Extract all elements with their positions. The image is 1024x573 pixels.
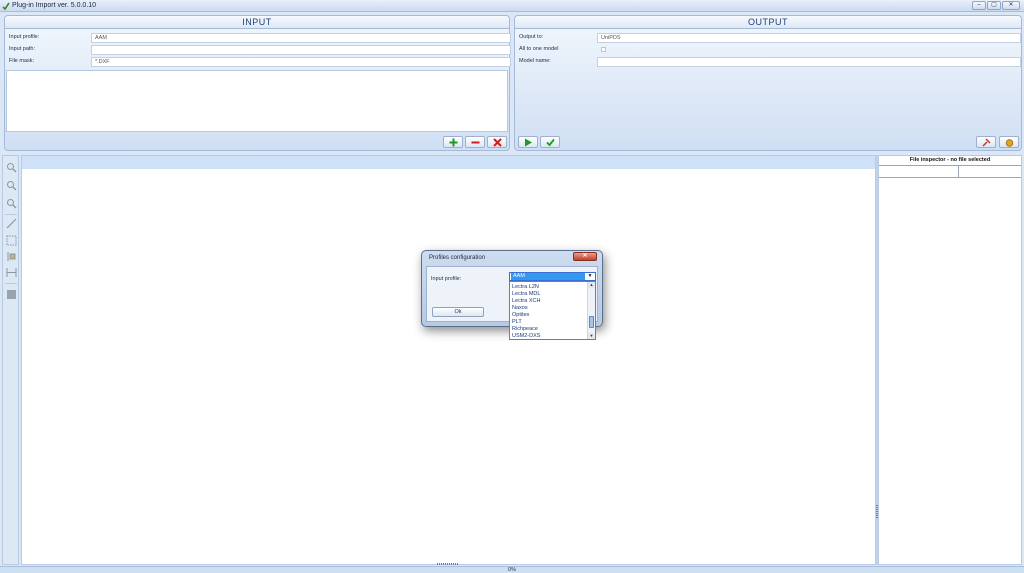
tools-icon [982,138,991,147]
model-name-field[interactable] [597,57,1021,67]
dropdown-scrollbar[interactable]: ▲ ▼ [587,282,595,339]
file-mask-row: File mask: *.DXF [9,57,511,67]
maximize-icon: ▢ [991,2,997,8]
inspector-column-divider [958,166,959,178]
app-icon [2,2,10,10]
close-icon: ✕ [1008,2,1014,8]
input-path-field[interactable] [91,45,511,55]
list-item[interactable]: PLT [512,319,522,326]
zoom-fit-icon [7,199,17,209]
input-panel: INPUT Input profile: AAM Input path: Fil… [4,15,511,151]
file-mask-label: File mask: [9,58,35,64]
model-name-row: Model name: [519,57,1021,67]
title-bar: Plug-in Import ver. 5.0.0.10 – ▢ ✕ [0,0,1024,12]
canvas-header-strip [22,156,875,169]
square-icon [7,290,16,299]
dialog-close-button[interactable]: ✕ [573,252,597,261]
progress-text: 0% [508,567,516,573]
input-file-list[interactable] [6,70,508,132]
toolbar-separator [5,283,17,284]
window-controls: – ▢ ✕ [972,1,1020,10]
list-item[interactable]: Naxos [512,305,528,312]
input-profile-select[interactable]: AAM ▼ [509,272,596,281]
list-item[interactable]: Lectra MDL [512,291,540,298]
input-path-label: Input path: [9,46,35,52]
scroll-down-icon[interactable]: ▼ [588,333,595,339]
measure-icon [6,218,17,229]
selected-profile: AAM [511,273,585,280]
input-profile-label: Input profile: [9,34,40,40]
zoom-in-icon [7,163,17,173]
all-to-one-label: All to one model [519,46,559,52]
align-icon [7,252,16,261]
zoom-in-tool[interactable] [6,162,17,173]
zoom-out-tool[interactable] [6,180,17,191]
window-title: Plug-in Import ver. 5.0.0.10 [12,2,97,9]
delete-x-icon [493,138,502,147]
profile-dropdown-list[interactable]: Lectra L2N Lectra MDL Lectra XCH Naxos O… [509,281,596,340]
minus-icon [471,141,480,144]
file-inspector-header: File inspector - no file selected [879,156,1021,166]
input-profile-row: Input profile: AAM [9,33,511,43]
minimize-button[interactable]: – [972,1,986,10]
select-area-tool[interactable] [6,235,17,246]
coin-icon [1005,139,1014,147]
list-item[interactable]: Lectra L2N [512,284,539,291]
settings-tool-button[interactable] [976,136,996,148]
all-to-one-checkbox[interactable] [601,47,606,52]
minimize-icon: – [977,2,981,8]
run-button[interactable] [518,136,538,148]
toolbar-separator [5,214,17,215]
input-profile-label: Input profile: [431,276,462,282]
fill-tool[interactable] [6,289,17,300]
add-button[interactable] [443,136,463,148]
file-mask-field[interactable]: *.DXF [91,57,511,67]
close-button[interactable]: ✕ [1002,1,1020,10]
dialog-title: Profiles configuration [429,255,486,261]
output-panel-header: OUTPUT [515,16,1021,29]
chevron-down-icon: ▼ [587,273,593,279]
output-to-label: Output to: [519,34,544,40]
list-item[interactable]: Optitex [512,312,529,319]
output-panel: OUTPUT Output to: UniPDS All to one mode… [514,15,1022,151]
drawing-canvas[interactable] [21,155,876,565]
dimension-tool[interactable] [6,267,17,278]
scroll-up-icon[interactable]: ▲ [588,282,595,288]
zoom-out-icon [7,181,17,191]
checkmark-icon [546,138,555,147]
select-area-icon [6,235,17,246]
zoom-fit-tool[interactable] [6,198,17,209]
confirm-button[interactable] [540,136,560,148]
close-icon: ✕ [582,253,588,259]
export-button[interactable] [999,136,1019,148]
scrollbar-thumb[interactable] [589,316,594,328]
horizontal-splitter-grip[interactable] [437,563,459,565]
maximize-button[interactable]: ▢ [987,1,1001,10]
ok-button[interactable]: Ok [432,307,484,317]
input-panel-header: INPUT [5,16,509,29]
input-path-row: Input path: [9,45,511,55]
play-icon [525,138,532,147]
model-name-label: Model name: [519,58,551,64]
list-item[interactable]: Richpeace [512,326,538,333]
measure-tool[interactable] [6,218,17,229]
list-item[interactable]: USM2-DXS [512,333,540,339]
file-inspector: File inspector - no file selected [878,155,1022,565]
remove-button[interactable] [465,136,485,148]
status-bar: 0% [0,566,1024,573]
plus-icon [449,138,458,147]
list-item[interactable]: Lectra XCH [512,298,540,305]
align-tool[interactable] [6,251,17,262]
input-profile-field[interactable]: AAM [91,33,511,43]
all-to-one-row: All to one model [519,45,1019,55]
dimension-icon [6,268,17,277]
inspector-row [879,166,1021,178]
output-to-row: Output to: UniPDS [519,33,1021,43]
clear-button[interactable] [487,136,507,148]
output-to-field[interactable]: UniPDS [597,33,1021,43]
left-toolbar [2,155,19,565]
